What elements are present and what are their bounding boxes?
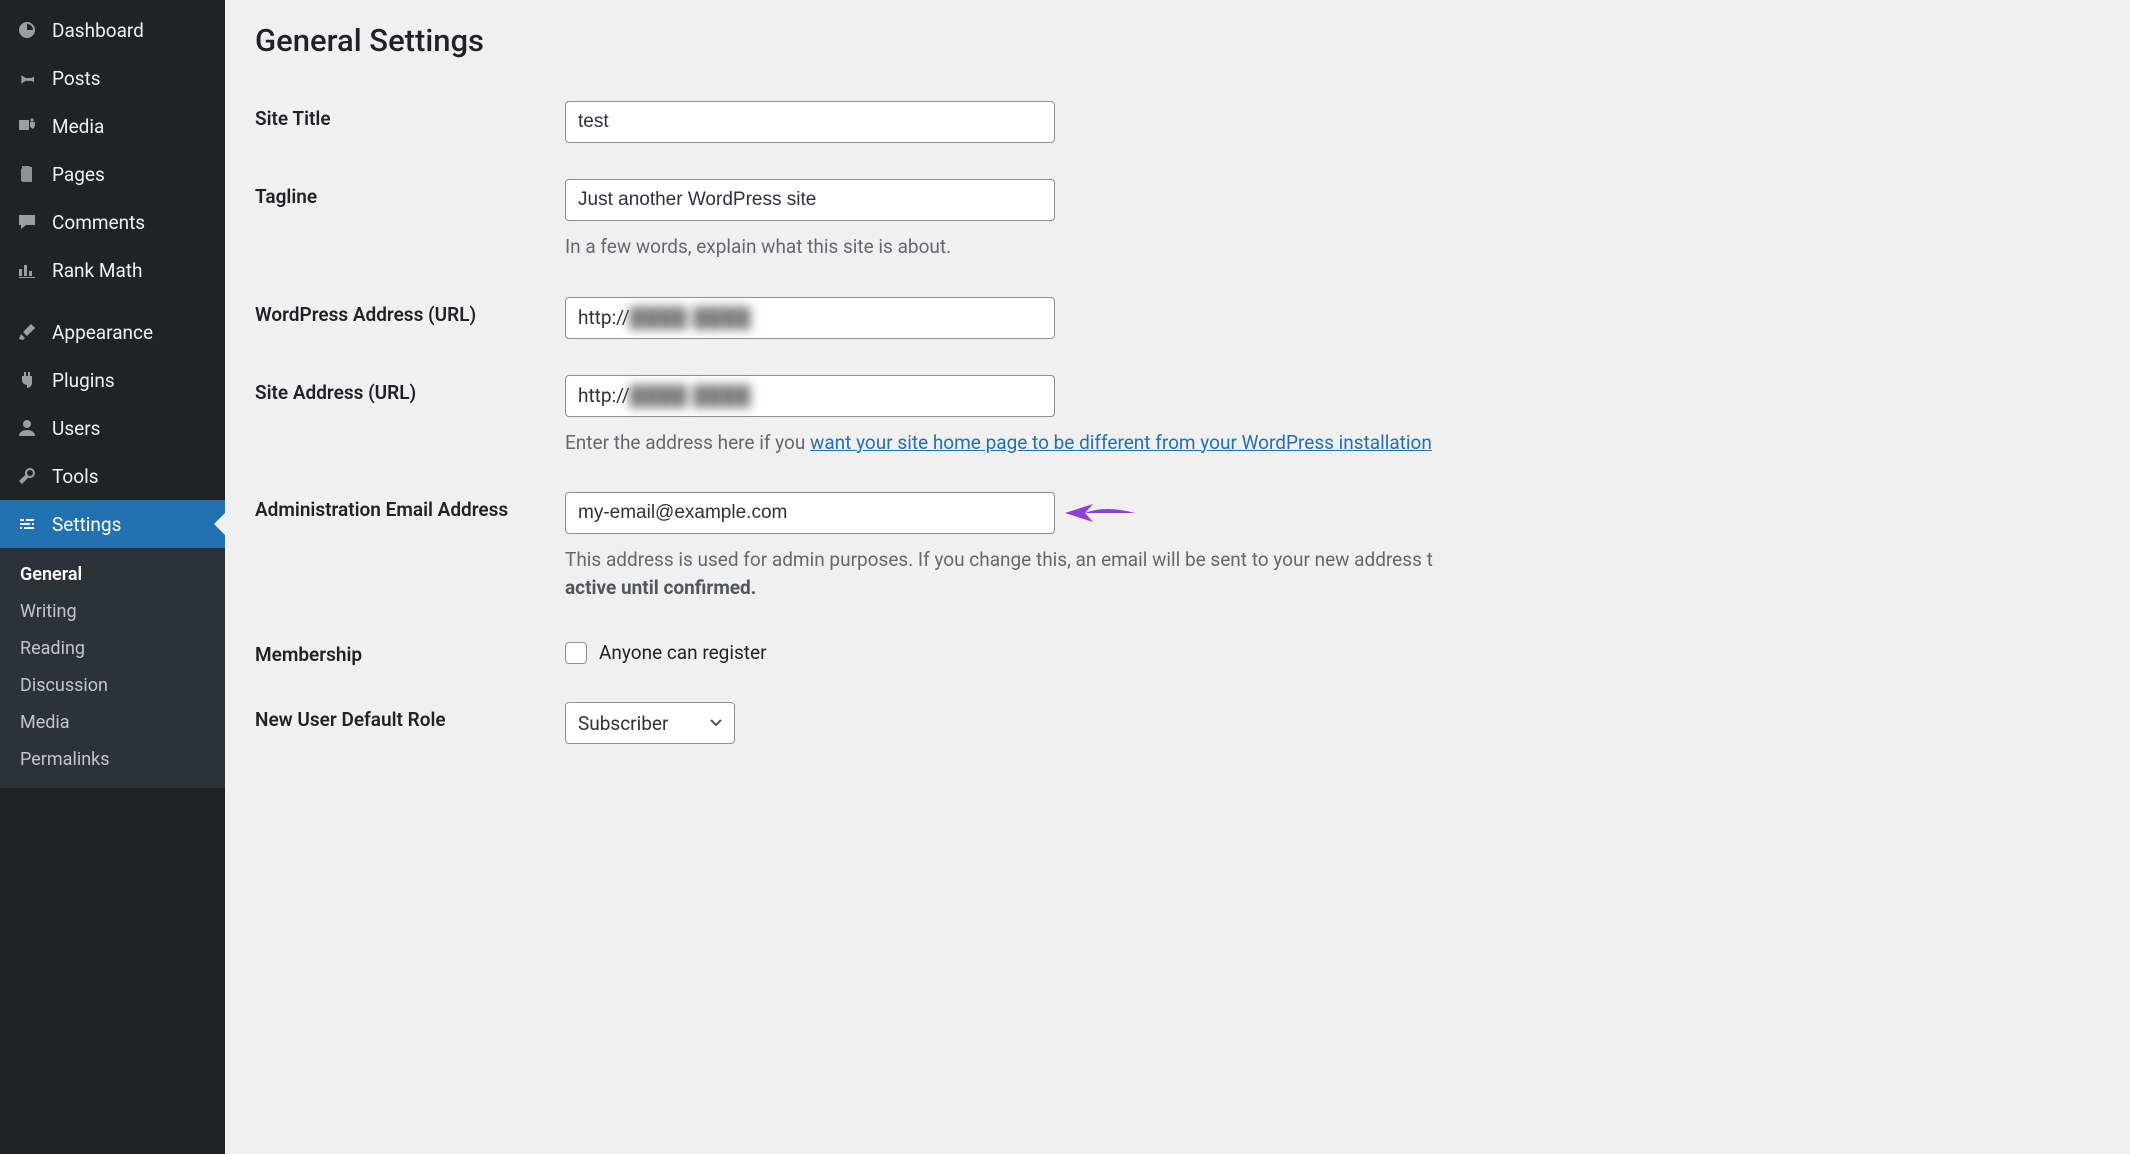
sliders-icon [14, 514, 40, 534]
annotation-arrow-icon [1065, 500, 1135, 526]
admin-sidebar: Dashboard Posts Media Pages Comments Ran… [0, 0, 225, 1154]
row-default-role: New User Default Role Subscriber [255, 684, 2100, 762]
submenu-item-media[interactable]: Media [0, 704, 225, 741]
sidebar-item-media[interactable]: Media [0, 102, 225, 150]
chevron-down-icon [708, 712, 724, 735]
url-prefix: http:// [578, 384, 630, 407]
media-icon [14, 116, 40, 136]
settings-submenu: General Writing Reading Discussion Media… [0, 548, 225, 788]
submenu-item-writing[interactable]: Writing [0, 593, 225, 630]
label-membership: Membership [255, 637, 565, 666]
pages-icon [14, 164, 40, 184]
sidebar-item-posts[interactable]: Posts [0, 54, 225, 102]
link-site-url-help[interactable]: want your site home page to be different… [810, 431, 1432, 454]
sidebar-item-label: Posts [52, 67, 101, 90]
url-prefix: http:// [578, 306, 630, 329]
dashboard-icon [14, 20, 40, 40]
sidebar-item-dashboard[interactable]: Dashboard [0, 6, 225, 54]
wrench-icon [14, 466, 40, 486]
submenu-item-discussion[interactable]: Discussion [0, 667, 225, 704]
label-tagline: Tagline [255, 179, 565, 208]
submenu-item-reading[interactable]: Reading [0, 630, 225, 667]
label-site-url: Site Address (URL) [255, 375, 565, 404]
sidebar-item-label: Rank Math [52, 259, 142, 282]
sidebar-item-label: Users [52, 417, 100, 440]
menu-separator [0, 294, 225, 308]
row-admin-email: Administration Email Address This addres… [255, 474, 2100, 619]
checkbox-icon [565, 642, 587, 664]
page-title: General Settings [255, 22, 2100, 59]
sidebar-item-rank-math[interactable]: Rank Math [0, 246, 225, 294]
brush-icon [14, 322, 40, 342]
row-site-url: Site Address (URL) http:// ████ ████ Ent… [255, 357, 2100, 475]
sidebar-item-label: Settings [52, 513, 121, 536]
sidebar-item-appearance[interactable]: Appearance [0, 308, 225, 356]
help-tagline: In a few words, explain what this site i… [565, 233, 2100, 261]
redacted-text: ████ ████ [630, 384, 751, 408]
checkbox-anyone-can-register[interactable]: Anyone can register [565, 637, 2100, 664]
sidebar-item-settings[interactable]: Settings [0, 500, 225, 548]
sidebar-item-pages[interactable]: Pages [0, 150, 225, 198]
select-value: Subscriber [578, 712, 668, 735]
input-tagline[interactable] [565, 179, 1055, 221]
sidebar-item-label: Appearance [52, 321, 153, 344]
label-default-role: New User Default Role [255, 702, 565, 731]
label-site-title: Site Title [255, 101, 565, 130]
sidebar-item-label: Tools [52, 465, 99, 488]
sidebar-item-comments[interactable]: Comments [0, 198, 225, 246]
sidebar-item-users[interactable]: Users [0, 404, 225, 452]
sidebar-item-label: Comments [52, 211, 145, 234]
label-admin-email: Administration Email Address [255, 492, 565, 521]
user-icon [14, 418, 40, 438]
redacted-text: ████ ████ [630, 306, 751, 330]
input-site-url[interactable]: http:// ████ ████ [565, 375, 1055, 417]
row-wordpress-url: WordPress Address (URL) http:// ████ ███… [255, 279, 2100, 357]
submenu-item-permalinks[interactable]: Permalinks [0, 741, 225, 778]
input-site-title[interactable] [565, 101, 1055, 143]
sidebar-item-label: Plugins [52, 369, 115, 392]
sidebar-item-plugins[interactable]: Plugins [0, 356, 225, 404]
sidebar-item-label: Dashboard [52, 19, 144, 42]
plug-icon [14, 370, 40, 390]
input-wordpress-url[interactable]: http:// ████ ████ [565, 297, 1055, 339]
sidebar-item-tools[interactable]: Tools [0, 452, 225, 500]
sidebar-item-label: Pages [52, 163, 105, 186]
help-site-url: Enter the address here if you want your … [565, 429, 2100, 457]
sidebar-item-label: Media [52, 115, 104, 138]
input-admin-email[interactable] [565, 492, 1055, 534]
comment-icon [14, 212, 40, 232]
submenu-item-general[interactable]: General [0, 556, 225, 593]
row-tagline: Tagline In a few words, explain what thi… [255, 161, 2100, 279]
checkbox-label: Anyone can register [599, 641, 767, 664]
settings-page: General Settings Site Title Tagline In a… [225, 0, 2130, 1154]
help-admin-email: This address is used for admin purposes.… [565, 546, 2100, 601]
select-default-role[interactable]: Subscriber [565, 702, 735, 744]
chart-icon [14, 260, 40, 280]
label-wordpress-url: WordPress Address (URL) [255, 297, 565, 326]
row-site-title: Site Title [255, 83, 2100, 161]
pin-icon [14, 68, 40, 88]
row-membership: Membership Anyone can register [255, 619, 2100, 684]
